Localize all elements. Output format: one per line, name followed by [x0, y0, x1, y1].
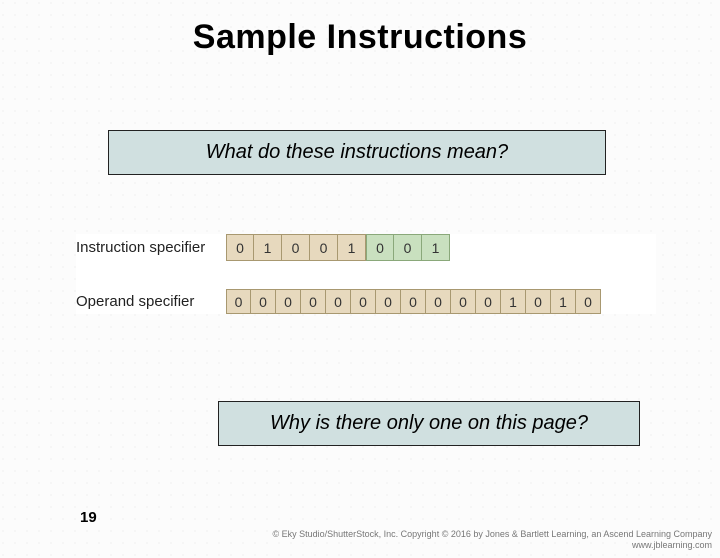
copyright-block: © Eky Studio/ShutterStock, Inc. Copyrigh…	[272, 529, 712, 552]
operand-specifier-row: Operand specifier 0 0 0 0 0 0 0 0 0 0 0 …	[76, 289, 656, 314]
slide-title: Sample Instructions	[0, 18, 720, 57]
instruction-figure: Instruction specifier 0 1 0 0 1 0 0 1 Op…	[76, 234, 656, 314]
bit-cell: 1	[338, 234, 366, 261]
instruction-specifier-label: Instruction specifier	[76, 239, 226, 256]
operand-specifier-label: Operand specifier	[76, 293, 226, 310]
bit-cell: 0	[426, 289, 451, 314]
bit-cell: 0	[366, 234, 394, 261]
question-box-1: What do these instructions mean?	[108, 130, 606, 175]
bit-cell: 0	[326, 289, 351, 314]
bit-cell: 0	[301, 289, 326, 314]
question-box-2: Why is there only one on this page?	[218, 401, 640, 446]
bit-cell: 0	[476, 289, 501, 314]
bit-cell: 1	[551, 289, 576, 314]
bit-cell: 0	[276, 289, 301, 314]
instruction-specifier-bits: 0 1 0 0 1 0 0 1	[226, 234, 450, 261]
bit-cell: 0	[226, 289, 251, 314]
bit-cell: 0	[451, 289, 476, 314]
bit-cell: 0	[394, 234, 422, 261]
page-number: 19	[80, 509, 97, 526]
operand-specifier-bits: 0 0 0 0 0 0 0 0 0 0 0 1 0 1 0	[226, 289, 601, 314]
copyright-url: www.jblearning.com	[272, 540, 712, 552]
bit-cell: 1	[422, 234, 450, 261]
bit-cell: 0	[251, 289, 276, 314]
bit-cell: 1	[254, 234, 282, 261]
copyright-text: © Eky Studio/ShutterStock, Inc. Copyrigh…	[272, 529, 712, 541]
bit-cell: 0	[576, 289, 601, 314]
bit-cell: 0	[282, 234, 310, 261]
instruction-specifier-row: Instruction specifier 0 1 0 0 1 0 0 1	[76, 234, 656, 261]
bit-cell: 0	[226, 234, 254, 261]
bit-cell: 1	[501, 289, 526, 314]
bit-cell: 0	[401, 289, 426, 314]
bit-cell: 0	[526, 289, 551, 314]
bit-cell: 0	[351, 289, 376, 314]
bit-cell: 0	[376, 289, 401, 314]
bit-cell: 0	[310, 234, 338, 261]
